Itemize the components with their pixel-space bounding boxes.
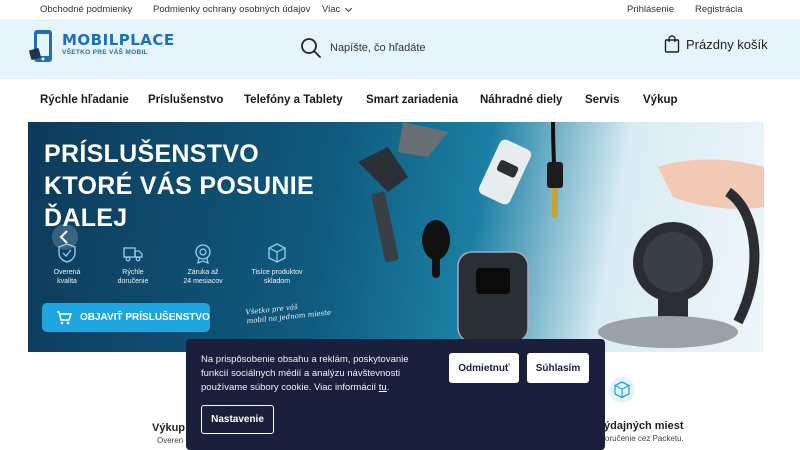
hero-banner[interactable]: PRÍSLUŠENSTVO KTORÉ VÁS POSUNIE ĎALEJ Ov… xyxy=(28,122,764,352)
nav-item-smart-devices[interactable]: Smart zariadenia xyxy=(366,94,458,106)
feature-quality-line2: kvalita xyxy=(57,278,77,285)
feature-warranty-line2: 24 mesiacov xyxy=(183,278,223,285)
feature-quality-line1: Overená xyxy=(53,269,81,276)
search-input[interactable]: Napíšte, čo hľadáte xyxy=(330,42,426,54)
discover-accessories-button[interactable]: OBJAVIŤ PRÍSLUŠENSTVO xyxy=(42,303,210,332)
search-bar[interactable]: Napíšte, čo hľadáte xyxy=(300,33,600,63)
badge-icon xyxy=(195,244,211,264)
buyback-subtitle: Overen xyxy=(157,436,184,445)
main-nav: Rýchle hľadanie Príslušenstvo Telefóny a… xyxy=(0,79,800,122)
nav-item-phones-tablets[interactable]: Telefóny a Tablety xyxy=(244,94,343,106)
cookie-text: Na prispôsobenie obsahu a reklám, poskyt… xyxy=(201,354,409,393)
feature-stock-line2: skladom xyxy=(263,278,291,285)
cta-label: OBJAVIŤ PRÍSLUŠENSTVO xyxy=(80,312,210,323)
chevron-down-icon xyxy=(345,4,353,12)
nav-item-quick-search[interactable]: Rýchle hľadanie xyxy=(40,94,129,106)
feature-warranty: Záruka až 24 mesiacov xyxy=(168,242,238,286)
buyback-title: Výkup xyxy=(152,422,186,434)
feature-quality: Overená kvalita xyxy=(32,242,102,286)
login-link[interactable]: Prihlásenie xyxy=(627,4,674,15)
logo-phone-icon xyxy=(29,30,52,62)
truck-icon xyxy=(123,247,143,262)
nav-item-spare-parts[interactable]: Náhradné diely xyxy=(480,94,562,106)
products-illustration xyxy=(358,122,764,348)
cookie-message: Na prispôsobenie obsahu a reklám, poskyt… xyxy=(201,353,437,395)
cookie-text-end: . xyxy=(386,382,390,393)
cookie-reject-button[interactable]: Odmietnuť xyxy=(449,353,519,383)
feature-stock: Tisíce produktov skladom xyxy=(242,242,312,286)
feature-stock-line1: Tisíce produktov xyxy=(251,269,303,276)
cookie-settings-button[interactable]: Nastavenie xyxy=(201,405,274,434)
feature-delivery-line2: doručenie xyxy=(117,278,149,285)
feature-warranty-line1: Záruka až xyxy=(187,269,219,276)
shield-check-icon xyxy=(58,243,76,263)
site-header: MOBILPLACE VŠETKO PRE VÁŠ MOBIL Napíšte,… xyxy=(0,19,800,79)
top-utility-bar: Obchodné podmienky Podmienky ochrany oso… xyxy=(0,0,800,19)
cookie-banner: Na prispôsobenie obsahu a reklám, poskyt… xyxy=(186,339,605,450)
hero-title-line-1: PRÍSLUŠENSTVO xyxy=(44,140,260,168)
logo-text: MOBILPLACE xyxy=(62,31,175,49)
pickup-points-subtitle: oručenie cez Packetu. xyxy=(605,434,684,443)
cart-button[interactable]: Prázdny košík xyxy=(664,35,768,53)
parcel-box-icon xyxy=(609,377,635,403)
logo-tagline: VŠETKO PRE VÁŠ MOBIL xyxy=(62,49,148,56)
site-logo[interactable]: MOBILPLACE VŠETKO PRE VÁŠ MOBIL xyxy=(28,27,174,71)
feature-delivery: Rýchle doručenie xyxy=(98,242,168,286)
cookie-accept-button[interactable]: Súhlasím xyxy=(527,353,589,383)
pickup-points-title: ýdajných miest xyxy=(604,420,684,432)
more-label: Viac xyxy=(322,4,341,15)
terms-link[interactable]: Obchodné podmienky xyxy=(40,4,132,15)
box-icon xyxy=(268,243,286,263)
privacy-link[interactable]: Podmienky ochrany osobných údajov xyxy=(153,4,310,15)
handwritten-note: Všetko pre váš mobil na jednom mieste xyxy=(245,300,331,327)
hero-title-line-2: KTORÉ VÁS POSUNIE xyxy=(44,172,314,200)
feature-delivery-line1: Rýchle xyxy=(122,269,144,276)
search-icon[interactable] xyxy=(300,37,322,59)
more-menu[interactable]: Viac xyxy=(322,4,353,15)
register-link[interactable]: Registrácia xyxy=(695,4,743,15)
cart-icon xyxy=(57,310,72,324)
nav-item-service[interactable]: Servis xyxy=(585,94,620,106)
shopping-bag-icon xyxy=(664,35,680,53)
cookie-more-info-link[interactable]: tu xyxy=(379,382,387,393)
nav-item-accessories[interactable]: Príslušenstvo xyxy=(148,94,223,106)
nav-item-buyback[interactable]: Výkup xyxy=(643,94,678,106)
cart-label: Prázdny košík xyxy=(686,36,768,52)
